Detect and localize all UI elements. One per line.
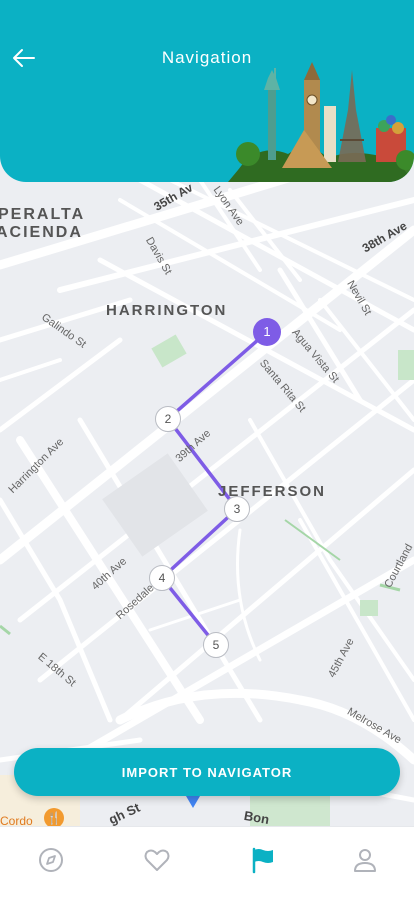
import-to-navigator-button[interactable]: IMPORT TO NAVIGATOR [14,748,400,796]
route-stop[interactable]: 5 [203,632,229,658]
tab-favorites[interactable] [142,845,172,875]
route-stop[interactable]: 3 [224,496,250,522]
heart-icon [144,849,170,871]
app-header: Navigation [0,0,414,182]
route-stop[interactable]: 2 [155,406,181,432]
area-label-harrington: HARRINGTON [106,302,228,319]
bottom-tab-bar [0,826,414,897]
route-stop[interactable]: 4 [149,565,175,591]
tab-routes[interactable] [248,845,278,875]
area-label-peralta: PERALTA [0,206,86,223]
user-icon [354,849,376,872]
route-stop[interactable]: 1 [253,318,281,346]
location-marker-icon [186,796,200,808]
compass-icon [39,848,63,872]
place-label: Cordo [0,814,33,826]
tab-explore[interactable] [36,845,66,875]
tab-profile[interactable] [350,845,380,875]
world-landmarks-illustration [228,62,414,182]
flag-icon [252,847,273,874]
street-label: Bon [242,807,271,826]
restaurant-icon: 🍴 [44,808,64,826]
area-label-acienda: ACIENDA [0,224,83,241]
